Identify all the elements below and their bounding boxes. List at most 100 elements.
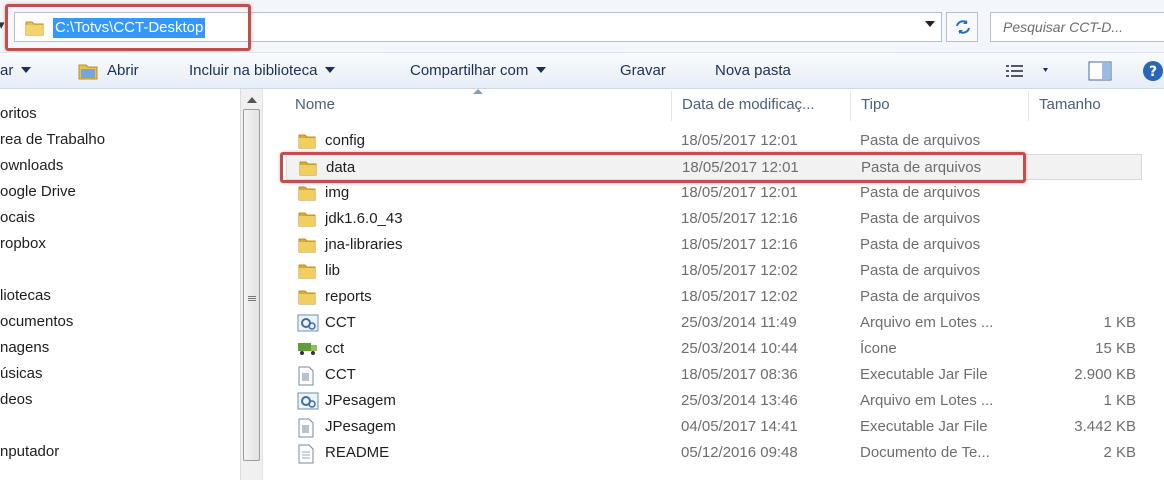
- address-highlight-box: [5, 4, 251, 51]
- column-header-type[interactable]: Tipo: [861, 96, 890, 113]
- batch-file-icon: [297, 392, 319, 415]
- nav-item-desktop[interactable]: rea de Trabalho: [0, 131, 105, 148]
- chevron-down-icon: [325, 67, 336, 73]
- nav-item-dropbox[interactable]: ropbox: [0, 235, 46, 252]
- file-date: 25/03/2014 11:49: [681, 314, 797, 331]
- file-row[interactable]: config 18/05/2017 12:01 Pasta de arquivos: [286, 128, 1142, 154]
- truck-icon: [297, 340, 319, 361]
- file-date: 05/12/2016 09:48: [681, 444, 798, 461]
- nav-item-documents[interactable]: ocumentos: [0, 313, 73, 330]
- file-date: 04/05/2017 14:41: [681, 418, 798, 435]
- new-folder-button[interactable]: Nova pasta: [715, 62, 791, 79]
- file-size: 3.442 KB: [1074, 418, 1136, 435]
- include-library-button[interactable]: Incluir na biblioteca: [189, 62, 336, 79]
- nav-item-libraries[interactable]: liotecas: [0, 287, 51, 304]
- file-date: 18/05/2017 12:16: [681, 210, 798, 227]
- pane-divider[interactable]: [262, 89, 263, 480]
- file-name[interactable]: reports: [325, 288, 372, 305]
- file-type: Arquivo em Lotes ...: [860, 314, 994, 331]
- file-type: Pasta de arquivos: [860, 236, 981, 253]
- file-type: Pasta de arquivos: [860, 132, 981, 149]
- column-header-name[interactable]: Nome: [295, 96, 335, 113]
- nav-item-recent-places[interactable]: ocais: [0, 209, 35, 226]
- share-label: Compartilhar com: [410, 62, 529, 79]
- file-row[interactable]: img 18/05/2017 12:01 Pasta de arquivos: [286, 180, 1142, 206]
- file-size: 15 KB: [1095, 340, 1136, 357]
- file-name[interactable]: cct: [325, 340, 344, 357]
- svg-text:?: ?: [1149, 64, 1157, 80]
- file-name[interactable]: CCT: [325, 366, 356, 383]
- file-date: 18/05/2017 12:16: [681, 236, 798, 253]
- open-icon: [78, 62, 100, 85]
- folder-icon: [297, 184, 317, 206]
- grip-line: [248, 300, 256, 301]
- file-date: 18/05/2017 12:01: [681, 132, 798, 149]
- search-input[interactable]: Pesquisar CCT-D...: [990, 12, 1164, 42]
- file-name[interactable]: jna-libraries: [325, 236, 403, 253]
- file-name[interactable]: lib: [325, 262, 340, 279]
- refresh-icon: [956, 20, 970, 34]
- file-date: 25/03/2014 13:46: [681, 392, 798, 409]
- file-type: Arquivo em Lotes ...: [860, 392, 994, 409]
- scroll-up-icon[interactable]: [247, 97, 257, 103]
- file-row[interactable]: lib 18/05/2017 12:02 Pasta de arquivos: [286, 258, 1142, 284]
- nav-item-google-drive[interactable]: oogle Drive: [0, 183, 76, 200]
- grip-line: [248, 296, 256, 297]
- file-name[interactable]: JPesagem: [325, 392, 396, 409]
- address-dropdown-icon[interactable]: [925, 21, 935, 27]
- file-row[interactable]: reports 18/05/2017 12:02 Pasta de arquivos: [286, 284, 1142, 310]
- column-header-date[interactable]: Data de modificaç...: [682, 96, 815, 113]
- nav-arrow-icon[interactable]: ▾: [0, 17, 5, 33]
- file-date: 18/05/2017 08:36: [681, 366, 798, 383]
- file-row[interactable]: cct 25/03/2014 10:44 Ícone 15 KB: [286, 336, 1142, 362]
- nav-scrollbar[interactable]: [240, 89, 262, 480]
- include-library-label: Incluir na biblioteca: [189, 62, 318, 79]
- nav-item-music[interactable]: úsicas: [0, 365, 43, 382]
- column-separator[interactable]: [1028, 91, 1029, 121]
- column-header-size[interactable]: Tamanho: [1039, 96, 1101, 113]
- file-row[interactable]: JPesagem 25/03/2014 13:46 Arquivo em Lotes…: [286, 388, 1142, 414]
- column-separator[interactable]: [850, 91, 851, 121]
- file-name[interactable]: CCT: [325, 314, 356, 331]
- folder-icon: [297, 132, 317, 154]
- file-type: Documento de Te...: [860, 444, 990, 461]
- file-name[interactable]: jdk1.6.0_43: [325, 210, 403, 227]
- chevron-down-icon: [21, 67, 32, 73]
- organize-button[interactable]: ar: [0, 62, 32, 79]
- folder-icon: [297, 288, 317, 310]
- burn-button[interactable]: Gravar: [620, 62, 666, 79]
- file-type: Pasta de arquivos: [860, 210, 981, 227]
- file-row[interactable]: README 05/12/2016 09:48 Documento de Te...…: [286, 440, 1142, 466]
- column-separator[interactable]: [671, 91, 672, 121]
- view-options-icon[interactable]: [1006, 63, 1052, 84]
- file-date: 18/05/2017 12:02: [681, 288, 798, 305]
- refresh-button[interactable]: [946, 12, 978, 42]
- file-name[interactable]: img: [325, 184, 349, 201]
- scrollbar-thumb[interactable]: [243, 109, 260, 461]
- file-type: Ícone: [860, 340, 897, 357]
- open-button[interactable]: Abrir: [107, 62, 139, 79]
- file-date: 18/05/2017 12:01: [681, 184, 798, 201]
- file-name[interactable]: README: [325, 444, 389, 461]
- file-size: 1 KB: [1103, 314, 1136, 331]
- file-row[interactable]: JPesagem 04/05/2017 14:41 Executable Jar F…: [286, 414, 1142, 440]
- file-date: 25/03/2014 10:44: [681, 340, 798, 357]
- file-name[interactable]: JPesagem: [325, 418, 396, 435]
- file-row[interactable]: CCT 25/03/2014 11:49 Arquivo em Lotes ... 1…: [286, 310, 1142, 336]
- nav-item-videos[interactable]: deos: [0, 391, 33, 408]
- folder-icon: [297, 210, 317, 232]
- nav-item-favorites[interactable]: oritos: [0, 105, 37, 122]
- file-row[interactable]: CCT 18/05/2017 08:36 Executable Jar File 2.…: [286, 362, 1142, 388]
- file-name[interactable]: config: [325, 132, 365, 149]
- share-button[interactable]: Compartilhar com: [410, 62, 547, 79]
- preview-pane-icon[interactable]: [1088, 61, 1112, 86]
- nav-item-downloads[interactable]: ownloads: [0, 157, 63, 174]
- file-type: Executable Jar File: [860, 366, 988, 383]
- file-row[interactable]: jna-libraries 18/05/2017 12:16 Pasta de ar…: [286, 232, 1142, 258]
- help-icon[interactable]: ?: [1142, 60, 1164, 87]
- file-row[interactable]: jdk1.6.0_43 18/05/2017 12:16 Pasta de arqu…: [286, 206, 1142, 232]
- nav-item-computer[interactable]: nputador: [0, 443, 59, 460]
- file-size: 2.900 KB: [1074, 366, 1136, 383]
- nav-item-pictures[interactable]: nagens: [0, 339, 49, 356]
- command-toolbar: ar Abrir Incluir na biblioteca Compartil…: [0, 52, 1164, 89]
